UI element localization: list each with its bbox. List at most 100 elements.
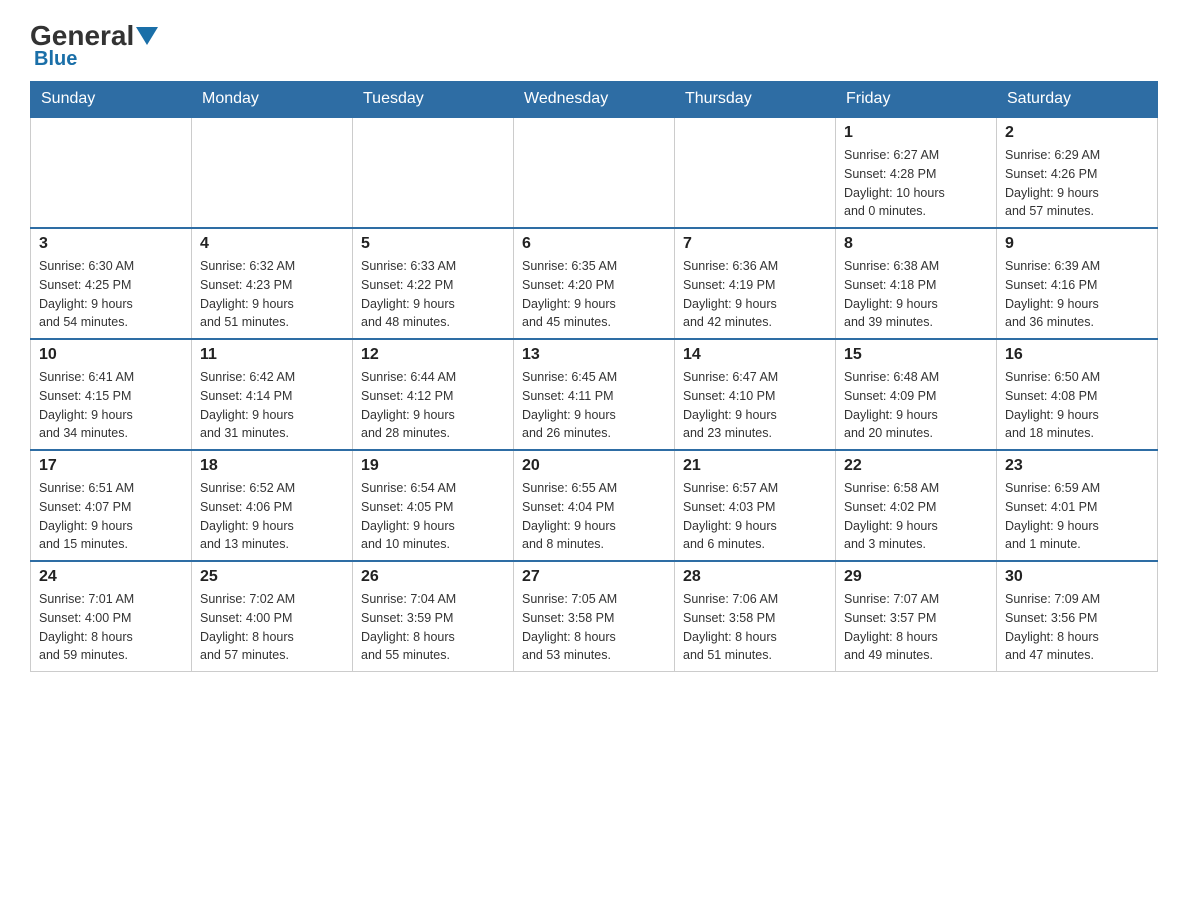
weekday-header-sunday: Sunday (31, 82, 192, 118)
day-info: Sunrise: 6:29 AM Sunset: 4:26 PM Dayligh… (1005, 146, 1149, 221)
weekday-header-saturday: Saturday (997, 82, 1158, 118)
weekday-header-monday: Monday (192, 82, 353, 118)
calendar-cell: 29 Sunrise: 7:07 AM Sunset: 3:57 PM Dayli… (836, 561, 997, 672)
day-info: Sunrise: 6:32 AM Sunset: 4:23 PM Dayligh… (200, 257, 344, 332)
day-number: 3 (39, 235, 183, 253)
day-number: 20 (522, 457, 666, 475)
day-number: 26 (361, 568, 505, 586)
calendar-cell: 3 Sunrise: 6:30 AM Sunset: 4:25 PM Daylig… (31, 228, 192, 339)
day-info: Sunrise: 6:57 AM Sunset: 4:03 PM Dayligh… (683, 479, 827, 554)
day-number: 2 (1005, 124, 1149, 142)
day-number: 29 (844, 568, 988, 586)
calendar-cell: 30 Sunrise: 7:09 AM Sunset: 3:56 PM Dayli… (997, 561, 1158, 672)
weekday-header-row: SundayMondayTuesdayWednesdayThursdayFrid… (31, 82, 1158, 118)
day-number: 9 (1005, 235, 1149, 253)
calendar-cell: 12 Sunrise: 6:44 AM Sunset: 4:12 PM Dayli… (353, 339, 514, 450)
day-number: 24 (39, 568, 183, 586)
calendar-cell: 1 Sunrise: 6:27 AM Sunset: 4:28 PM Daylig… (836, 117, 997, 228)
calendar-cell: 25 Sunrise: 7:02 AM Sunset: 4:00 PM Dayli… (192, 561, 353, 672)
day-info: Sunrise: 7:04 AM Sunset: 3:59 PM Dayligh… (361, 590, 505, 665)
week-row-1: 1 Sunrise: 6:27 AM Sunset: 4:28 PM Daylig… (31, 117, 1158, 228)
day-number: 16 (1005, 346, 1149, 364)
calendar-cell (31, 117, 192, 228)
day-number: 4 (200, 235, 344, 253)
day-info: Sunrise: 7:07 AM Sunset: 3:57 PM Dayligh… (844, 590, 988, 665)
logo-blue-subtitle: Blue (34, 48, 77, 71)
day-info: Sunrise: 6:52 AM Sunset: 4:06 PM Dayligh… (200, 479, 344, 554)
day-info: Sunrise: 6:48 AM Sunset: 4:09 PM Dayligh… (844, 368, 988, 443)
day-info: Sunrise: 6:44 AM Sunset: 4:12 PM Dayligh… (361, 368, 505, 443)
calendar-cell: 4 Sunrise: 6:32 AM Sunset: 4:23 PM Daylig… (192, 228, 353, 339)
day-info: Sunrise: 6:30 AM Sunset: 4:25 PM Dayligh… (39, 257, 183, 332)
calendar-cell (353, 117, 514, 228)
day-number: 6 (522, 235, 666, 253)
calendar-cell (675, 117, 836, 228)
calendar-cell: 2 Sunrise: 6:29 AM Sunset: 4:26 PM Daylig… (997, 117, 1158, 228)
day-number: 28 (683, 568, 827, 586)
calendar-cell: 27Sunrise: 7:05 AM Sunset: 3:58 PM Dayli… (514, 561, 675, 672)
day-number: 23 (1005, 457, 1149, 475)
day-number: 14 (683, 346, 827, 364)
weekday-header-friday: Friday (836, 82, 997, 118)
calendar-cell: 21 Sunrise: 6:57 AM Sunset: 4:03 PM Dayli… (675, 450, 836, 561)
day-info: Sunrise: 6:33 AM Sunset: 4:22 PM Dayligh… (361, 257, 505, 332)
day-info: Sunrise: 6:38 AM Sunset: 4:18 PM Dayligh… (844, 257, 988, 332)
day-info: Sunrise: 6:59 AM Sunset: 4:01 PM Dayligh… (1005, 479, 1149, 554)
day-number: 19 (361, 457, 505, 475)
calendar-table: SundayMondayTuesdayWednesdayThursdayFrid… (30, 81, 1158, 672)
day-info: Sunrise: 7:06 AM Sunset: 3:58 PM Dayligh… (683, 590, 827, 665)
day-info: Sunrise: 7:02 AM Sunset: 4:00 PM Dayligh… (200, 590, 344, 665)
day-number: 1 (844, 124, 988, 142)
calendar-cell: 8 Sunrise: 6:38 AM Sunset: 4:18 PM Daylig… (836, 228, 997, 339)
calendar-cell: 28 Sunrise: 7:06 AM Sunset: 3:58 PM Dayli… (675, 561, 836, 672)
day-number: 17 (39, 457, 183, 475)
day-number: 30 (1005, 568, 1149, 586)
day-info: Sunrise: 7:09 AM Sunset: 3:56 PM Dayligh… (1005, 590, 1149, 665)
day-info: Sunrise: 6:54 AM Sunset: 4:05 PM Dayligh… (361, 479, 505, 554)
calendar-cell: 9 Sunrise: 6:39 AM Sunset: 4:16 PM Daylig… (997, 228, 1158, 339)
day-info: Sunrise: 6:36 AM Sunset: 4:19 PM Dayligh… (683, 257, 827, 332)
calendar-cell: 24 Sunrise: 7:01 AM Sunset: 4:00 PM Dayli… (31, 561, 192, 672)
day-number: 22 (844, 457, 988, 475)
day-number: 25 (200, 568, 344, 586)
weekday-header-thursday: Thursday (675, 82, 836, 118)
day-number: 21 (683, 457, 827, 475)
calendar-cell: 13 Sunrise: 6:45 AM Sunset: 4:11 PM Dayli… (514, 339, 675, 450)
day-number: 8 (844, 235, 988, 253)
week-row-4: 17Sunrise: 6:51 AM Sunset: 4:07 PM Dayli… (31, 450, 1158, 561)
calendar-cell: 18Sunrise: 6:52 AM Sunset: 4:06 PM Dayli… (192, 450, 353, 561)
day-number: 11 (200, 346, 344, 364)
day-number: 5 (361, 235, 505, 253)
calendar-cell (514, 117, 675, 228)
calendar-cell: 17Sunrise: 6:51 AM Sunset: 4:07 PM Dayli… (31, 450, 192, 561)
day-info: Sunrise: 7:01 AM Sunset: 4:00 PM Dayligh… (39, 590, 183, 665)
day-info: Sunrise: 6:45 AM Sunset: 4:11 PM Dayligh… (522, 368, 666, 443)
day-number: 15 (844, 346, 988, 364)
calendar-cell (192, 117, 353, 228)
calendar-cell: 22 Sunrise: 6:58 AM Sunset: 4:02 PM Dayli… (836, 450, 997, 561)
day-info: Sunrise: 6:50 AM Sunset: 4:08 PM Dayligh… (1005, 368, 1149, 443)
day-number: 12 (361, 346, 505, 364)
weekday-header-tuesday: Tuesday (353, 82, 514, 118)
weekday-header-wednesday: Wednesday (514, 82, 675, 118)
day-info: Sunrise: 6:47 AM Sunset: 4:10 PM Dayligh… (683, 368, 827, 443)
calendar-cell: 14 Sunrise: 6:47 AM Sunset: 4:10 PM Dayli… (675, 339, 836, 450)
week-row-5: 24 Sunrise: 7:01 AM Sunset: 4:00 PM Dayli… (31, 561, 1158, 672)
logo: GeneralBlue (30, 20, 158, 71)
day-number: 10 (39, 346, 183, 364)
calendar-cell: 7 Sunrise: 6:36 AM Sunset: 4:19 PM Daylig… (675, 228, 836, 339)
calendar-cell: 19 Sunrise: 6:54 AM Sunset: 4:05 PM Dayli… (353, 450, 514, 561)
day-number: 7 (683, 235, 827, 253)
week-row-3: 10Sunrise: 6:41 AM Sunset: 4:15 PM Dayli… (31, 339, 1158, 450)
calendar-cell: 10Sunrise: 6:41 AM Sunset: 4:15 PM Dayli… (31, 339, 192, 450)
day-info: Sunrise: 6:27 AM Sunset: 4:28 PM Dayligh… (844, 146, 988, 221)
day-info: Sunrise: 6:35 AM Sunset: 4:20 PM Dayligh… (522, 257, 666, 332)
calendar-cell: 16 Sunrise: 6:50 AM Sunset: 4:08 PM Dayli… (997, 339, 1158, 450)
day-info: Sunrise: 6:58 AM Sunset: 4:02 PM Dayligh… (844, 479, 988, 554)
day-info: Sunrise: 6:39 AM Sunset: 4:16 PM Dayligh… (1005, 257, 1149, 332)
calendar-cell: 23 Sunrise: 6:59 AM Sunset: 4:01 PM Dayli… (997, 450, 1158, 561)
day-info: Sunrise: 6:42 AM Sunset: 4:14 PM Dayligh… (200, 368, 344, 443)
calendar-cell: 26 Sunrise: 7:04 AM Sunset: 3:59 PM Dayli… (353, 561, 514, 672)
day-number: 13 (522, 346, 666, 364)
logo-triangle-icon (136, 20, 158, 52)
